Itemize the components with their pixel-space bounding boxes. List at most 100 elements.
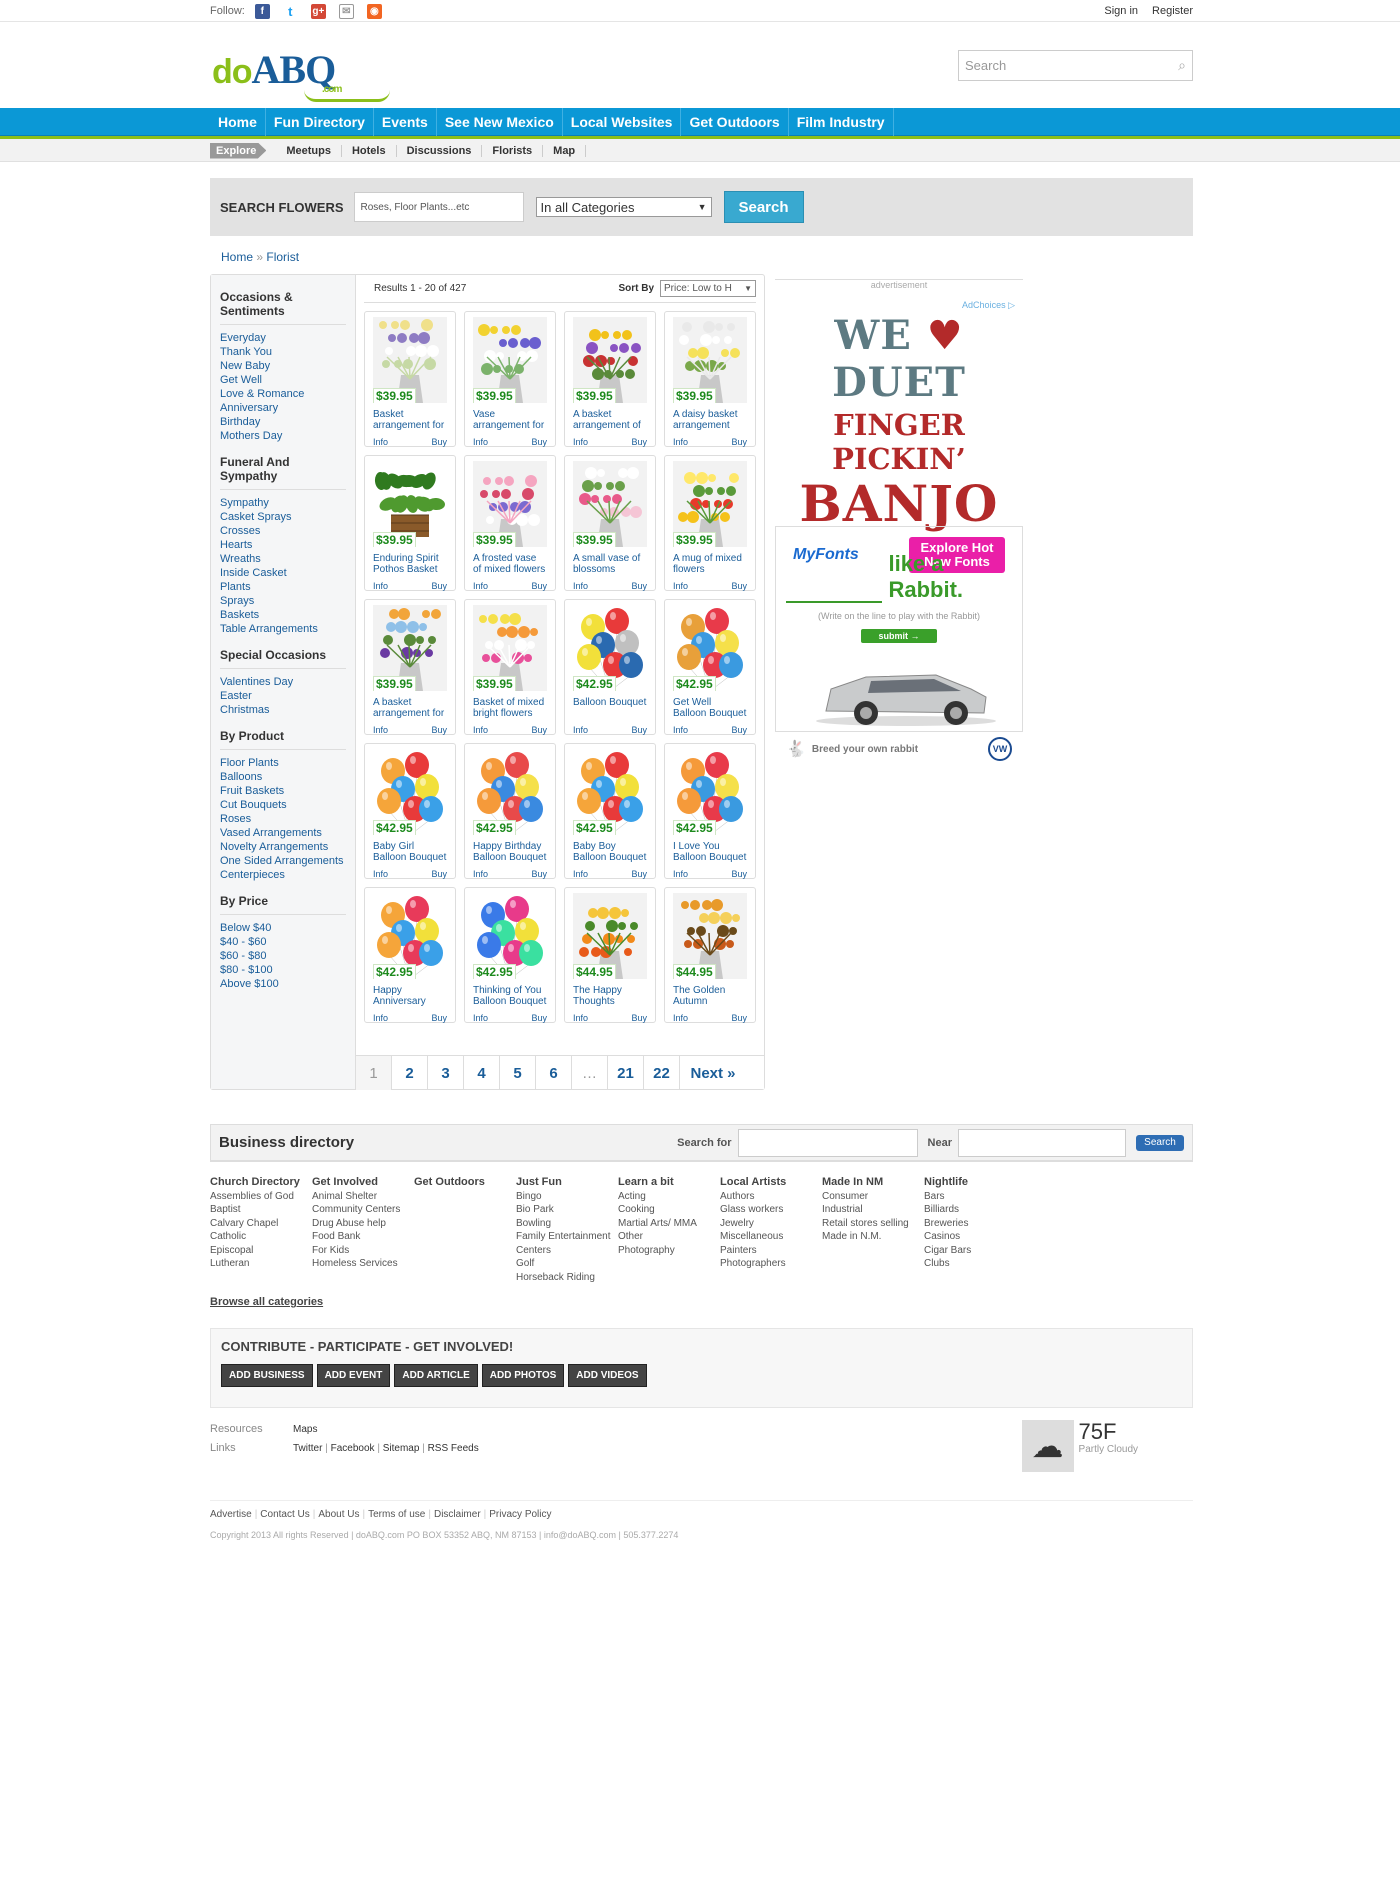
facebook-icon[interactable]: f	[254, 3, 270, 19]
product-name[interactable]: I Love You Balloon Bouquet	[673, 841, 747, 863]
buy-link[interactable]: Buy	[531, 581, 547, 591]
search-icon[interactable]: ⌕	[1178, 57, 1186, 74]
category-link[interactable]: $60 - $80	[220, 949, 346, 963]
directory-link[interactable]: Centers	[516, 1244, 618, 1258]
flower-search-input[interactable]: Roses, Floor Plants...etc	[353, 192, 524, 222]
category-link[interactable]: Baskets	[220, 608, 346, 622]
site-logo[interactable]: doABQ .com	[212, 46, 390, 102]
info-link[interactable]: Info	[473, 869, 488, 879]
directory-link[interactable]: Painters	[720, 1244, 822, 1258]
product-image[interactable]: $39.95	[573, 317, 647, 403]
nav-film-industry[interactable]: Film Industry	[789, 108, 894, 136]
page-5[interactable]: 5	[500, 1056, 536, 1090]
category-link[interactable]: Cut Bouquets	[220, 798, 346, 812]
product-image[interactable]: $39.95	[373, 317, 447, 403]
header-search-input[interactable]: Search ⌕	[958, 50, 1193, 81]
product-image[interactable]: $42.95	[473, 893, 547, 979]
product-name[interactable]: A small vase of blossoms	[573, 553, 647, 575]
footer-link-privacy-policy[interactable]: Privacy Policy	[489, 1509, 551, 1520]
sort-select[interactable]: Price: Low to H ▼	[660, 280, 756, 297]
product-card[interactable]: $39.95 A small vase of blossoms Info Buy	[564, 455, 656, 591]
directory-link[interactable]: Golf	[516, 1257, 618, 1271]
category-link[interactable]: Thank You	[220, 345, 346, 359]
product-card[interactable]: $39.95 A basket arrangement of Info Buy	[564, 311, 656, 447]
footer-link-contact-us[interactable]: Contact Us	[260, 1509, 309, 1520]
directory-link[interactable]: Other	[618, 1230, 720, 1244]
subnav-map[interactable]: Map	[543, 144, 587, 157]
footer-link-terms-of-use[interactable]: Terms of use	[368, 1509, 425, 1520]
twitter-link[interactable]: Twitter	[293, 1443, 322, 1454]
product-name[interactable]: A frosted vase of mixed flowers	[473, 553, 547, 575]
category-link[interactable]: Get Well	[220, 373, 346, 387]
info-link[interactable]: Info	[373, 869, 388, 879]
product-name[interactable]: A basket arrangement of	[573, 409, 647, 431]
directory-column-heading[interactable]: Nightlife	[924, 1176, 1026, 1190]
directory-link[interactable]: Martial Arts/ MMA	[618, 1217, 720, 1231]
buy-link[interactable]: Buy	[431, 1013, 447, 1023]
product-card[interactable]: $44.95 The Happy Thoughts Bouquet Info Buy	[564, 887, 656, 1023]
category-link[interactable]: Easter	[220, 689, 346, 703]
info-link[interactable]: Info	[373, 437, 388, 447]
footer-link-advertise[interactable]: Advertise	[210, 1509, 252, 1520]
page-3[interactable]: 3	[428, 1056, 464, 1090]
buy-link[interactable]: Buy	[631, 725, 647, 735]
directory-link[interactable]: Jewelry	[720, 1217, 822, 1231]
info-link[interactable]: Info	[573, 725, 588, 735]
footer-link-disclaimer[interactable]: Disclaimer	[434, 1509, 481, 1520]
info-link[interactable]: Info	[673, 1013, 688, 1023]
product-name[interactable]: A mug of mixed flowers	[673, 553, 747, 575]
category-link[interactable]: Christmas	[220, 703, 346, 717]
directory-link[interactable]: Casinos	[924, 1230, 1026, 1244]
buy-link[interactable]: Buy	[631, 581, 647, 591]
directory-column-heading[interactable]: Just Fun	[516, 1176, 618, 1190]
directory-link[interactable]: Baptist	[210, 1203, 312, 1217]
category-link[interactable]: New Baby	[220, 359, 346, 373]
product-image[interactable]: $42.95	[373, 893, 447, 979]
category-link[interactable]: Plants	[220, 580, 346, 594]
category-link[interactable]: Casket Sprays	[220, 510, 346, 524]
product-card[interactable]: $39.95 A mug of mixed flowers Info Buy	[664, 455, 756, 591]
directory-link[interactable]: Billiards	[924, 1203, 1026, 1217]
product-image[interactable]: $39.95	[673, 461, 747, 547]
subnav-florists[interactable]: Florists	[482, 144, 544, 157]
directory-column-heading[interactable]: Made In NM	[822, 1176, 924, 1190]
directory-link[interactable]: Made in N.M.	[822, 1230, 924, 1244]
category-link[interactable]: $40 - $60	[220, 935, 346, 949]
category-link[interactable]: Novelty Arrangements	[220, 840, 346, 854]
category-link[interactable]: Above $100	[220, 977, 346, 991]
buy-link[interactable]: Buy	[731, 725, 747, 735]
directory-column-heading[interactable]: Church Directory	[210, 1176, 312, 1190]
category-link[interactable]: Sprays	[220, 594, 346, 608]
product-card[interactable]: $39.95 Enduring Spirit Pothos Basket Info B…	[364, 455, 456, 591]
product-name[interactable]: The Happy Thoughts Bouquet	[573, 985, 647, 1007]
category-link[interactable]: Roses	[220, 812, 346, 826]
product-card[interactable]: $39.95 Vase arrangement for baby boy Info B…	[464, 311, 556, 447]
rss-icon[interactable]: ◉	[366, 3, 382, 19]
directory-link[interactable]: Cooking	[618, 1203, 720, 1217]
info-link[interactable]: Info	[673, 725, 688, 735]
add-event-button[interactable]: ADD EVENT	[316, 1364, 391, 1387]
add-photos-button[interactable]: ADD PHOTOS	[481, 1364, 565, 1387]
directory-column-heading[interactable]: Get Involved	[312, 1176, 414, 1190]
directory-search-button[interactable]: Search	[1136, 1134, 1184, 1151]
category-link[interactable]: Centerpieces	[220, 868, 346, 882]
buy-link[interactable]: Buy	[531, 437, 547, 447]
category-link[interactable]: Crosses	[220, 524, 346, 538]
subnav-discussions[interactable]: Discussions	[397, 144, 483, 157]
product-card[interactable]: $44.95 The Golden Autumn Bouquet Info Buy	[664, 887, 756, 1023]
product-card[interactable]: $42.95 Baby Girl Balloon Bouquet Info Buy	[364, 743, 456, 879]
directory-link[interactable]: Horseback Riding	[516, 1271, 618, 1285]
product-image[interactable]: $39.95	[673, 317, 747, 403]
product-name[interactable]: Basket arrangement for a	[373, 409, 447, 431]
page-2[interactable]: 2	[392, 1056, 428, 1090]
directory-link[interactable]: Photographers	[720, 1257, 822, 1271]
category-link[interactable]: Anniversary	[220, 401, 346, 415]
browse-all-categories-link[interactable]: Browse all categories	[210, 1296, 1193, 1308]
buy-link[interactable]: Buy	[431, 869, 447, 879]
buy-link[interactable]: Buy	[431, 437, 447, 447]
category-select[interactable]: In all Categories ▼	[535, 197, 712, 217]
email-icon[interactable]: ✉	[338, 3, 354, 19]
product-name[interactable]: Thinking of You Balloon Bouquet	[473, 985, 547, 1007]
googleplus-icon[interactable]: g+	[310, 3, 326, 19]
buy-link[interactable]: Buy	[531, 869, 547, 879]
